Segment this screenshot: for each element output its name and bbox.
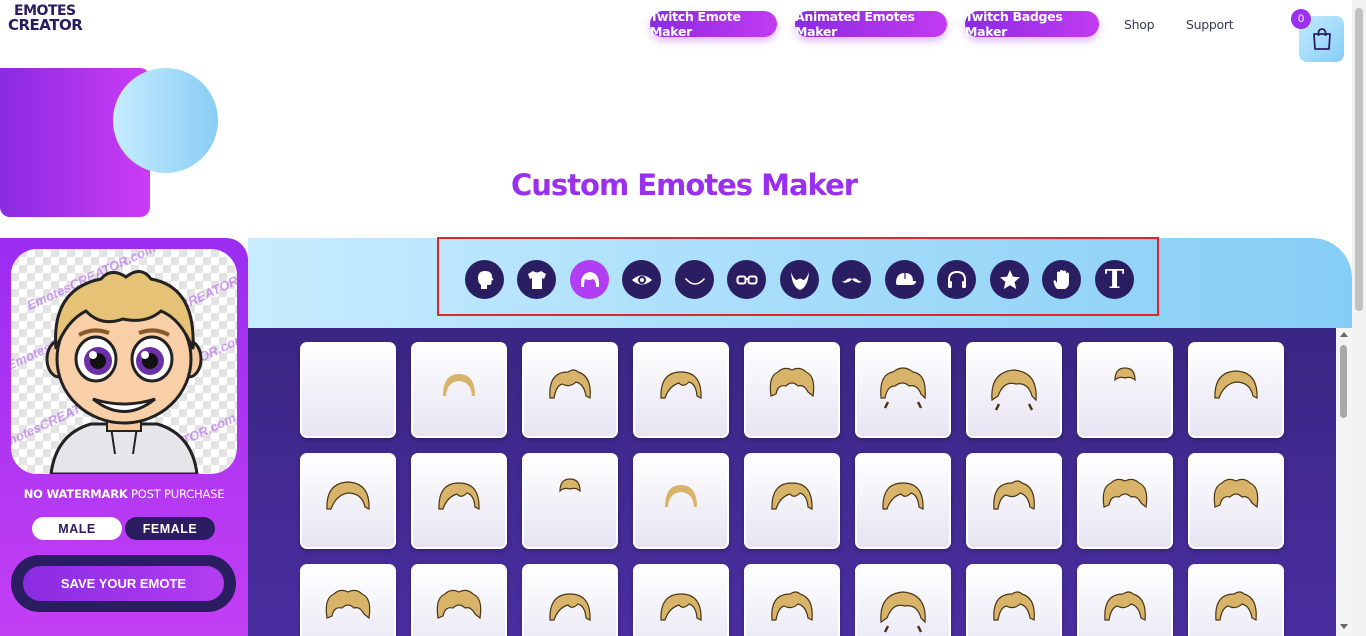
hair-thumbnail [443, 374, 475, 396]
hair-thumbnail [880, 367, 926, 409]
hair-option-tile[interactable] [744, 342, 840, 438]
hair-thumbnail [549, 369, 591, 399]
grid-scroll-up-arrow[interactable] [1340, 332, 1348, 337]
site-logo[interactable]: EMOTES CREATOR [8, 4, 83, 34]
category-highlight-box [437, 237, 1159, 316]
hair-option-tile[interactable] [855, 342, 951, 438]
hair-thumbnail [325, 589, 371, 620]
hair-option-tile[interactable] [1077, 564, 1173, 636]
hair-thumbnail [882, 482, 924, 510]
hair-option-tile[interactable] [300, 564, 396, 636]
hair-option-tile[interactable] [1188, 564, 1284, 636]
hair-option-tile[interactable] [1188, 453, 1284, 549]
watermark-note-rest: POST PURCHASE [127, 487, 225, 501]
hair-thumbnail [436, 589, 482, 620]
hair-option-tile[interactable] [966, 564, 1062, 636]
hair-thumbnail [1102, 478, 1148, 509]
hair-option-tile[interactable] [855, 564, 951, 636]
hair-thumbnail [769, 367, 815, 398]
hair-thumbnail [880, 591, 926, 633]
nav-twitch-emote-maker[interactable]: Twitch Emote Maker [650, 9, 777, 39]
hair-option-tile[interactable] [633, 564, 729, 636]
hair-thumbnail [1213, 478, 1259, 509]
shopping-bag-icon [1312, 28, 1331, 50]
hair-option-tile[interactable] [411, 342, 507, 438]
grid-scrollbar-thumb[interactable] [1340, 345, 1347, 418]
cart-count-badge: 0 [1291, 9, 1311, 29]
watermark-note-bold: NO WATERMARK [23, 487, 128, 501]
emote-preview: EmotesCREATOR.com EmotesCREATOR.com Emot… [11, 249, 237, 474]
hair-thumbnail [1214, 370, 1258, 399]
hair-thumbnail [771, 591, 813, 621]
hair-option-tile[interactable] [522, 342, 618, 438]
nav-animated-emotes-maker[interactable]: Animated Emotes Maker [795, 9, 947, 39]
emote-avatar [45, 270, 203, 474]
hair-option-tile[interactable] [411, 453, 507, 549]
hero-decor-circle [113, 68, 218, 173]
watermark-note: NO WATERMARK POST PURCHASE [0, 487, 248, 501]
hair-option-tile[interactable] [1188, 342, 1284, 438]
hair-option-tile[interactable] [633, 453, 729, 549]
hair-thumbnail [1114, 367, 1136, 382]
female-toggle[interactable]: FEMALE [125, 517, 215, 540]
hair-option-tile[interactable] [300, 453, 396, 549]
hair-thumbnail [326, 481, 370, 510]
hair-thumbnail [549, 593, 591, 621]
grid-scroll-down-arrow[interactable] [1340, 624, 1348, 629]
hair-thumbnail [993, 591, 1035, 621]
male-toggle[interactable]: MALE [32, 517, 122, 540]
hair-thumbnail [559, 478, 581, 493]
hair-option-tile[interactable] [744, 564, 840, 636]
hair-thumbnail [771, 482, 813, 510]
hair-option-tile[interactable] [522, 564, 618, 636]
hair-option-tile[interactable] [633, 342, 729, 438]
nav-shop[interactable]: Shop [1124, 17, 1155, 32]
hair-option-tile[interactable] [300, 342, 396, 438]
hair-thumbnail [1104, 591, 1146, 621]
hair-option-tile[interactable] [966, 453, 1062, 549]
hair-thumbnail [660, 371, 702, 399]
hair-thumbnail [660, 593, 702, 621]
hair-thumbnail [991, 369, 1037, 411]
save-emote-button[interactable]: SAVE YOUR EMOTE [23, 566, 224, 601]
hair-thumbnail [438, 482, 480, 510]
page-title: Custom Emotes Maker [511, 168, 858, 202]
hair-option-tile[interactable] [1077, 453, 1173, 549]
nav-support[interactable]: Support [1186, 17, 1234, 32]
hair-option-tile[interactable] [966, 342, 1062, 438]
hair-option-tile[interactable] [744, 453, 840, 549]
hair-thumbnail [993, 480, 1035, 510]
page-scrollbar-thumb[interactable] [1355, 8, 1363, 311]
hair-option-tile[interactable] [1077, 342, 1173, 438]
hair-option-tile[interactable] [411, 564, 507, 636]
logo-line-2: CREATOR [8, 16, 83, 34]
hair-option-tile[interactable] [855, 453, 951, 549]
nav-twitch-badges-maker[interactable]: Twitch Badges Maker [965, 9, 1099, 39]
hair-thumbnail [665, 485, 697, 507]
hair-option-tile[interactable] [522, 453, 618, 549]
hair-thumbnail [1215, 591, 1257, 621]
